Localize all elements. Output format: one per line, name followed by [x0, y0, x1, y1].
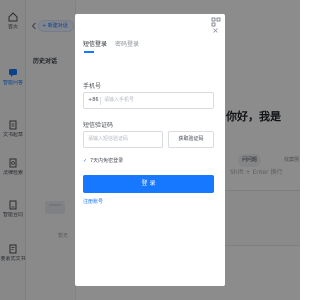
- checkmark-icon[interactable]: ✓: [83, 158, 88, 164]
- get-code-button[interactable]: 获取验证码: [168, 131, 214, 148]
- app-window: 首页 智能问答 文书起草 法律检索 智能合同 要素式文书 + 新建对话 历史对话…: [0, 0, 300, 300]
- tab-sms-login[interactable]: 短信登录: [83, 39, 107, 48]
- remember-option[interactable]: ✓ 7天内免密登录: [83, 157, 123, 164]
- active-tab-indicator: [84, 51, 94, 53]
- phone-input[interactable]: 请输入手机号: [104, 93, 204, 108]
- login-modal: × 短信登录 密码登录 手机号 +86 请输入手机号 短信验证码 请输入短信验证…: [75, 14, 225, 286]
- login-button[interactable]: 登 录: [83, 175, 214, 193]
- register-link[interactable]: 注册账号: [83, 198, 103, 205]
- tab-password-login[interactable]: 密码登录: [115, 39, 139, 48]
- code-input[interactable]: 请输入短信验证码: [88, 132, 128, 147]
- close-icon[interactable]: ×: [211, 26, 220, 35]
- phone-field[interactable]: +86 请输入手机号: [83, 92, 214, 109]
- divider: [100, 97, 101, 105]
- login-tabs: 短信登录 密码登录: [83, 39, 145, 48]
- code-field[interactable]: 请输入短信验证码: [83, 131, 163, 148]
- country-code[interactable]: +86: [88, 93, 99, 108]
- phone-label: 手机号: [83, 83, 102, 90]
- code-label: 短信验证码: [83, 122, 114, 129]
- remember-label: 7天内免密登录: [90, 158, 124, 164]
